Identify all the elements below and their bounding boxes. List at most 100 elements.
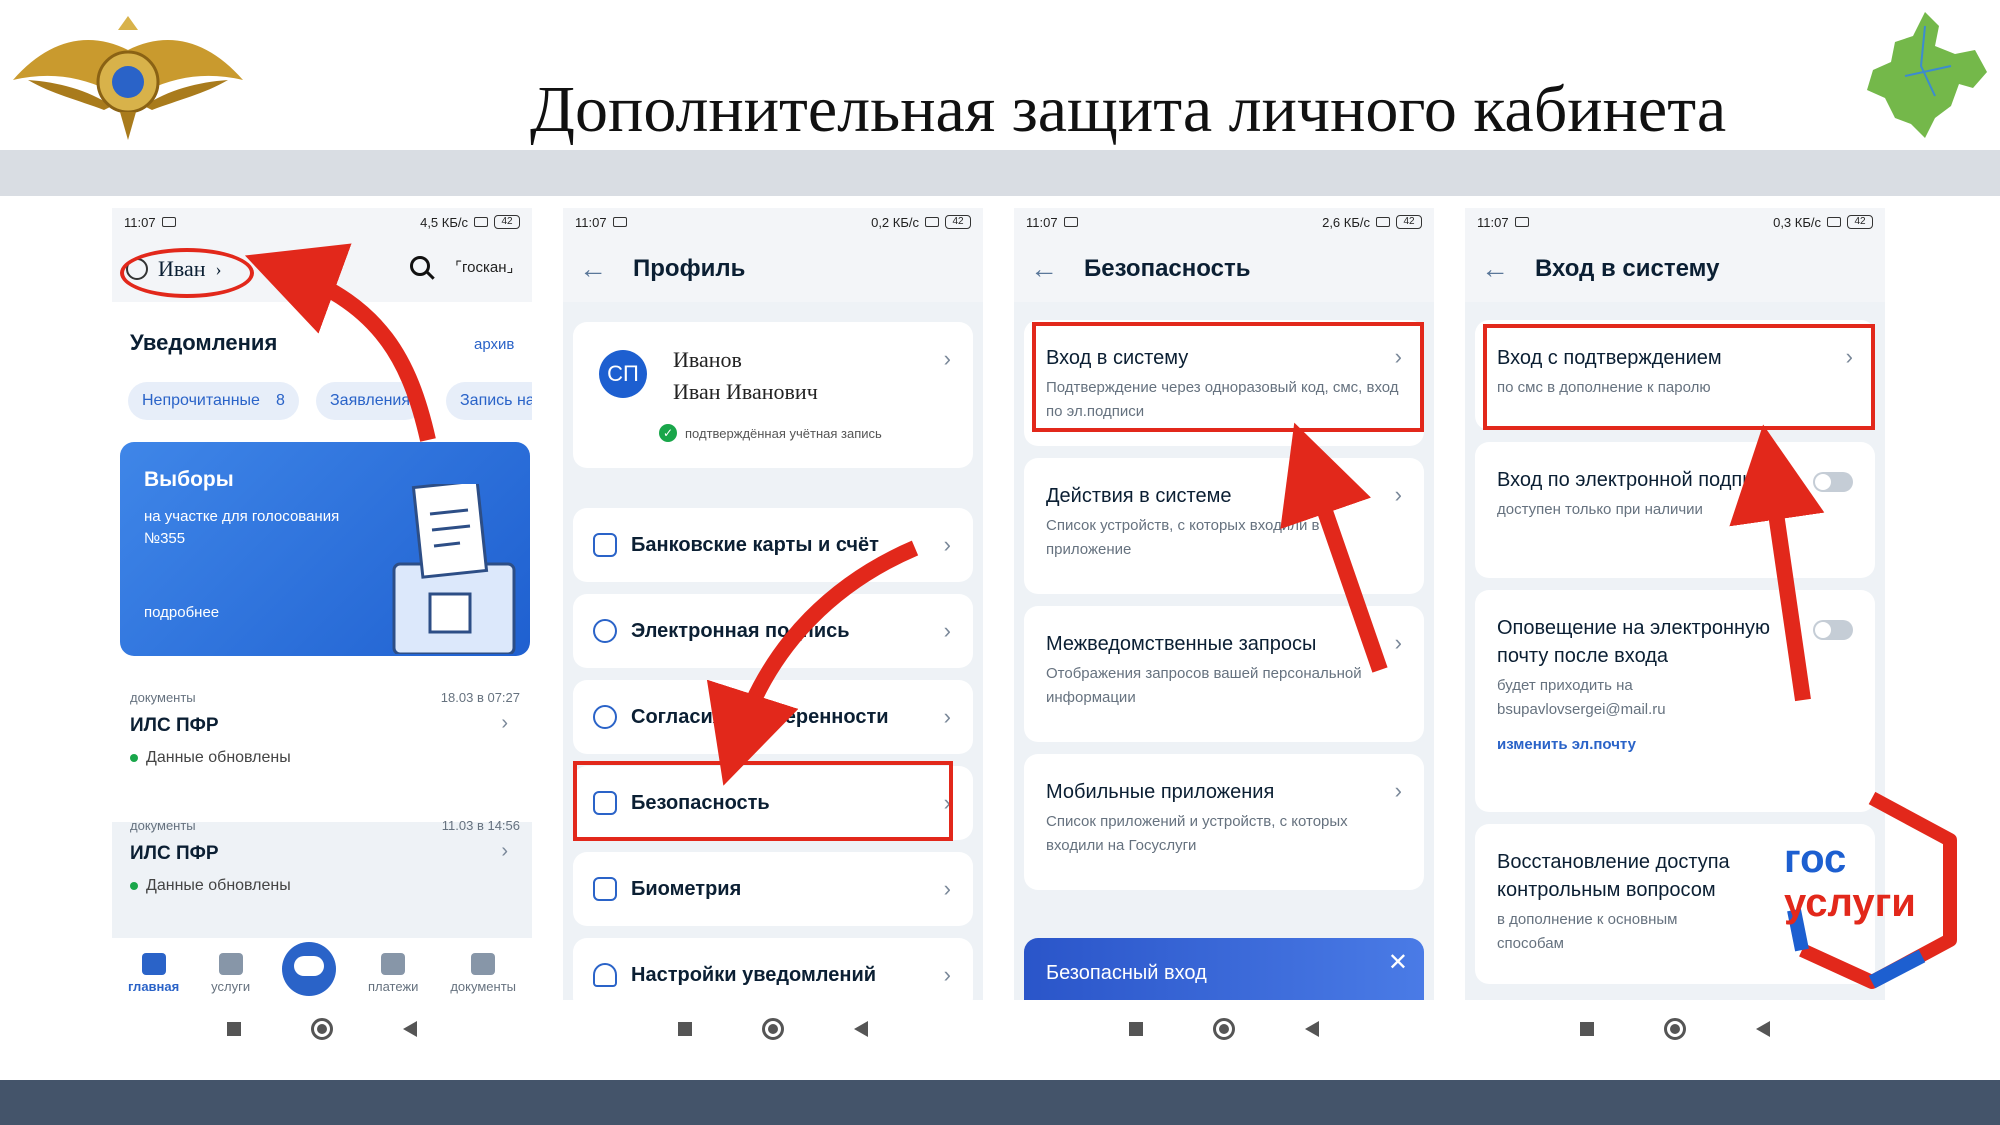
message-icon — [161, 217, 176, 227]
tab-payments[interactable]: платежи — [368, 953, 418, 994]
user-profile-button[interactable]: Иван › — [126, 256, 222, 282]
recent-apps-icon[interactable] — [227, 1022, 241, 1036]
menu-item-bank-cards[interactable]: Банковские карты и счёт › — [573, 508, 973, 582]
svg-text:гос: гос — [1784, 837, 1846, 881]
recent-apps-icon[interactable] — [1580, 1022, 1594, 1036]
check-icon: ✓ — [659, 424, 677, 442]
battery-icon: 42 — [494, 215, 520, 229]
status-dot-icon — [130, 882, 138, 890]
close-icon[interactable]: ✕ — [1388, 948, 1408, 977]
security-item-interagency-requests[interactable]: Межведомственные запросы Отображения зап… — [1024, 606, 1424, 742]
message-icon — [1514, 217, 1529, 227]
android-nav-bar — [1465, 1000, 1885, 1058]
chevron-right-icon: › — [501, 840, 508, 862]
filter-pill-appointments[interactable]: Запись на — [446, 382, 532, 420]
document-item[interactable]: документы 18.03 в 07:27 ИЛС ПФР Данные о… — [130, 690, 520, 767]
menu-item-biometrics[interactable]: Биометрия › — [573, 852, 973, 926]
battery-icon: 42 — [945, 215, 971, 229]
status-bar: 11:07 4,5 КБ/с 42 — [112, 208, 532, 236]
chevron-right-icon: › — [943, 962, 951, 987]
chevron-right-icon: › — [943, 876, 951, 901]
pen-icon — [593, 619, 617, 643]
menu-item-e-signature[interactable]: Электронная подпись › — [573, 594, 973, 668]
signal-icon — [1376, 217, 1390, 227]
back-nav-icon[interactable] — [1305, 1021, 1319, 1037]
grid-icon — [218, 953, 243, 975]
home-nav-icon[interactable] — [1664, 1018, 1686, 1040]
elections-banner[interactable]: Выборы на участке для голосования №355 п… — [120, 442, 530, 656]
bell-icon — [593, 963, 617, 987]
tab-services[interactable]: услуги — [211, 953, 250, 994]
security-item-mobile-apps[interactable]: Мобильные приложения Список приложений и… — [1024, 754, 1424, 890]
user-icon — [126, 258, 148, 280]
lock-icon — [593, 791, 617, 815]
back-arrow-icon[interactable]: ← — [1030, 253, 1058, 285]
security-topbar: ← Безопасность — [1014, 236, 1434, 302]
tab-home[interactable]: главная — [128, 953, 179, 994]
chevron-right-icon: › — [501, 712, 508, 734]
chevron-right-icon: › — [1394, 482, 1402, 507]
message-icon — [612, 217, 627, 227]
filter-pill-applications[interactable]: Заявления — [316, 382, 425, 420]
signal-icon — [925, 217, 939, 227]
android-nav-bar — [1014, 1000, 1434, 1058]
login-item-e-signature[interactable]: Вход по электронной подписи доступен тол… — [1475, 442, 1875, 578]
recent-apps-icon[interactable] — [678, 1022, 692, 1036]
battery-icon: 42 — [1396, 215, 1422, 229]
recent-apps-icon[interactable] — [1129, 1022, 1143, 1036]
phone-security-screen: 11:07 2,6 КБ/с 42 ← Безопасность Вход в с… — [1014, 208, 1434, 1058]
chevron-right-icon: › — [215, 258, 222, 279]
home-nav-icon[interactable] — [1213, 1018, 1235, 1040]
chevron-right-icon: › — [943, 346, 951, 371]
check-circle-icon — [593, 705, 617, 729]
banner-more-link[interactable]: подробнее — [144, 604, 219, 621]
email-notification-toggle[interactable] — [1813, 620, 1853, 640]
status-bar: 11:07 0,2 КБ/с 42 — [563, 208, 983, 236]
goscan-button[interactable]: ⌜госкан⌟ — [455, 258, 514, 276]
avatar: СП — [599, 350, 647, 398]
chevron-right-icon: › — [1394, 778, 1402, 803]
login-item-confirmation[interactable]: Вход с подтверждением по смс в дополнени… — [1475, 320, 1875, 430]
back-arrow-icon[interactable]: ← — [1481, 253, 1509, 285]
assistant-robot-button[interactable] — [282, 942, 337, 996]
status-time: 11:07 — [124, 214, 156, 230]
banner-title: Выборы — [144, 468, 234, 491]
notifications-title: Уведомления — [130, 330, 278, 355]
back-nav-icon[interactable] — [1756, 1021, 1770, 1037]
signal-icon — [474, 217, 488, 227]
filter-pill-unread[interactable]: Непрочитанные 8 — [128, 382, 299, 420]
back-nav-icon[interactable] — [854, 1021, 868, 1037]
status-speed: 4,5 КБ/с — [420, 214, 468, 230]
android-nav-bar — [563, 1000, 983, 1058]
login-item-email-notification[interactable]: Оповещение на электронную почту после вх… — [1475, 590, 1875, 812]
battery-icon: 42 — [1847, 215, 1873, 229]
bottom-tab-bar: главная услуги платежи документы — [112, 938, 532, 1000]
chevron-right-icon: › — [1394, 344, 1402, 369]
home-nav-icon[interactable] — [311, 1018, 333, 1040]
profile-card[interactable]: СП Иванов Иван Иванович ✓ подтверждённая у… — [573, 322, 973, 468]
e-signature-toggle[interactable] — [1813, 472, 1853, 492]
status-bar: 11:07 0,3 КБ/с 42 — [1465, 208, 1885, 236]
signal-icon — [1827, 217, 1841, 227]
chevron-right-icon: › — [943, 704, 951, 729]
menu-item-security[interactable]: Безопасность › — [573, 766, 973, 840]
security-item-login[interactable]: Вход в систему Подтверждение через однор… — [1024, 320, 1424, 446]
login-topbar: ← Вход в систему — [1465, 236, 1885, 302]
header-band — [0, 150, 2000, 196]
back-nav-icon[interactable] — [403, 1021, 417, 1037]
user-name: Иван — [158, 256, 206, 281]
back-arrow-icon[interactable]: ← — [579, 253, 607, 285]
change-email-link[interactable]: изменить эл.почту — [1497, 736, 1853, 753]
home-nav-icon[interactable] — [762, 1018, 784, 1040]
document-item[interactable]: документы 11.03 в 14:56 ИЛС ПФР Данные о… — [130, 818, 520, 895]
chevron-right-icon: › — [943, 532, 951, 557]
tab-documents[interactable]: документы — [450, 953, 516, 994]
document-icon — [471, 953, 496, 975]
home-header: Иван › ⌜госкан⌟ — [112, 236, 532, 302]
security-item-actions[interactable]: Действия в системе Список устройств, с к… — [1024, 458, 1424, 594]
slide-title: Дополнительная защита личного кабинета — [530, 73, 1727, 146]
menu-item-consents[interactable]: Согласия и доверенности › — [573, 680, 973, 754]
archive-link[interactable]: архив — [474, 336, 514, 353]
search-icon[interactable] — [410, 256, 430, 276]
page-title: Безопасность — [1084, 255, 1251, 282]
